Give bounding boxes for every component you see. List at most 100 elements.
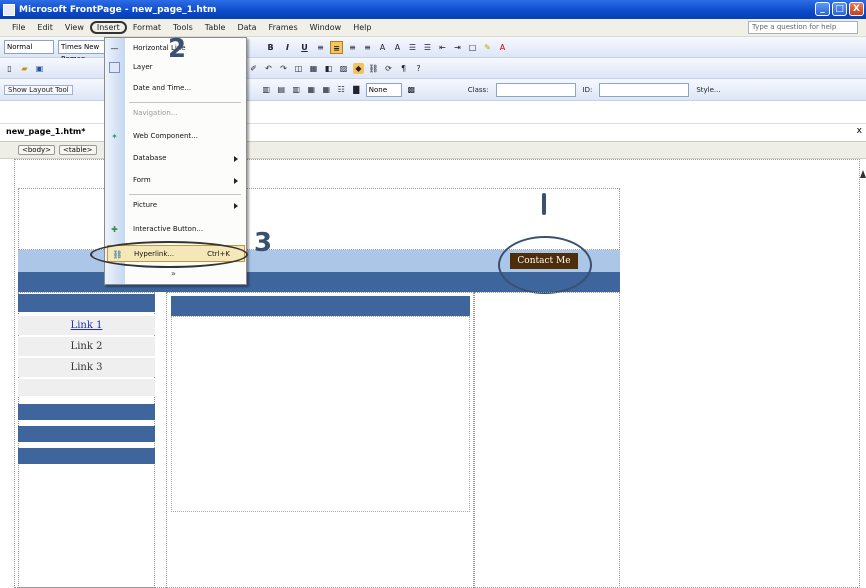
italic-button[interactable]: I <box>281 41 294 54</box>
undo-icon[interactable]: ↶ <box>263 63 274 74</box>
nav-header-bar <box>18 294 155 312</box>
class-label: Class: <box>467 85 489 94</box>
menu-tools[interactable]: Tools <box>167 22 199 33</box>
close-button[interactable]: X <box>849 2 864 16</box>
table-cell-icon[interactable]: ▥ <box>261 84 272 95</box>
id-label: ID: <box>582 85 593 94</box>
menu-format[interactable]: Format <box>127 22 167 33</box>
class-select[interactable] <box>495 82 576 97</box>
insert-layer-icon[interactable]: ◧ <box>323 63 334 74</box>
submenu-arrow-icon <box>234 156 238 162</box>
menu-window[interactable]: Window <box>304 22 348 33</box>
menu-edit[interactable]: Edit <box>31 22 59 33</box>
hyperlink-icon[interactable]: ⛓ <box>368 63 379 74</box>
web-component-icon[interactable]: ◫ <box>293 63 304 74</box>
table-tag[interactable]: <table> <box>59 145 97 155</box>
format-painter-icon[interactable]: ✐ <box>248 63 259 74</box>
increase-indent-icon[interactable]: ⇥ <box>452 42 463 53</box>
align-center-icon[interactable]: ≡ <box>330 40 343 54</box>
show-layout-tool-button[interactable]: Show Layout Tool <box>4 84 73 95</box>
menu-item-label: Picture <box>133 201 158 209</box>
numbered-list-icon[interactable]: ☰ <box>407 42 418 53</box>
menu-item-label: Date and Time... <box>133 84 192 92</box>
scroll-up-arrow-icon[interactable] <box>860 170 866 178</box>
menu-insert[interactable]: Insert <box>89 21 127 34</box>
layer-icon <box>109 62 120 73</box>
minimize-button[interactable]: _ <box>815 2 830 16</box>
menu-item-web-component[interactable]: ✦ Web Component... <box>105 128 246 145</box>
menu-item-date-time[interactable]: Date and Time... <box>105 80 246 97</box>
nav-bar-2 <box>18 426 155 442</box>
table-autoformat-icon[interactable]: ▩ <box>406 84 417 95</box>
maximize-button[interactable]: □ <box>832 2 847 16</box>
nav-link-1[interactable]: Link 1 <box>18 315 155 335</box>
menu-item-label: Database <box>133 154 167 162</box>
decrease-indent-icon[interactable]: ⇤ <box>437 42 448 53</box>
menu-item-label: Layer <box>133 63 153 71</box>
insert-table-icon[interactable]: ▦ <box>308 63 319 74</box>
menu-item-picture[interactable]: Picture <box>105 197 246 214</box>
save-icon[interactable]: ▣ <box>34 63 45 74</box>
autoformat-select[interactable]: None <box>365 82 402 97</box>
menu-item-database[interactable]: Database <box>105 150 246 167</box>
menu-table[interactable]: Table <box>199 22 232 33</box>
expand-menu-chevron-icon[interactable]: » <box>171 269 176 278</box>
font-select[interactable]: Times New Roman <box>58 40 106 63</box>
body-tag[interactable]: <body> <box>18 145 56 155</box>
menu-bar: File Edit View Insert Format Tools Table… <box>0 19 866 37</box>
open-folder-icon[interactable]: ▰ <box>19 63 30 74</box>
id-select[interactable] <box>599 82 690 97</box>
web-component-icon: ✦ <box>111 132 118 141</box>
style-button[interactable]: Style... <box>693 86 723 94</box>
right-column[interactable] <box>474 292 620 588</box>
font-grow-icon[interactable]: A <box>377 42 388 53</box>
drawing-icon[interactable]: ◆ <box>353 62 364 74</box>
document-tab[interactable]: new_page_1.htm* <box>6 127 85 136</box>
table-col-icon[interactable]: ▥ <box>291 84 302 95</box>
bold-button[interactable]: B <box>264 41 277 54</box>
menu-view[interactable]: View <box>59 22 90 33</box>
interactive-button-icon: ✚ <box>111 225 118 234</box>
style-select[interactable]: Normal <box>4 40 54 54</box>
menu-item-form[interactable]: Form <box>105 172 246 189</box>
distribute-icon[interactable]: ☷ <box>336 84 347 95</box>
menu-help[interactable]: Help <box>347 22 377 33</box>
font-color-icon[interactable]: A <box>497 42 508 53</box>
menu-item-interactive-button[interactable]: ✚ Interactive Button... <box>105 221 246 238</box>
table-row-icon[interactable]: ▤ <box>276 84 287 95</box>
align-right-icon[interactable]: ≡ <box>347 42 358 53</box>
justify-icon[interactable]: ≡ <box>362 42 373 53</box>
border-icon[interactable]: □ <box>467 42 478 53</box>
nav-empty-row <box>18 378 155 396</box>
fill-color-icon[interactable]: ▇ <box>351 84 362 95</box>
menu-item-navigation: Navigation... <box>105 105 246 122</box>
menu-file[interactable]: File <box>6 22 31 33</box>
submenu-arrow-icon <box>234 203 238 209</box>
font-shrink-icon[interactable]: A <box>392 42 403 53</box>
menu-frames[interactable]: Frames <box>263 22 304 33</box>
menu-data[interactable]: Data <box>231 22 262 33</box>
align-left-icon[interactable]: ≡ <box>315 42 326 53</box>
merge-cells-icon[interactable]: ▦ <box>306 84 317 95</box>
insert-picture-icon[interactable]: ▨ <box>338 63 349 74</box>
split-cells-icon[interactable]: ▦ <box>321 84 332 95</box>
ask-question-input[interactable]: Type a question for help <box>748 21 858 34</box>
show-all-icon[interactable]: ¶ <box>398 63 409 74</box>
menu-item-label: Navigation... <box>133 109 178 117</box>
frontpage-app-icon <box>3 3 15 16</box>
nav-link-3[interactable]: Link 3 <box>18 357 155 377</box>
refresh-icon[interactable]: ⟳ <box>383 63 394 74</box>
annotation-circle-hyperlink <box>90 241 248 268</box>
annotation-step-1: 1 <box>542 193 546 215</box>
new-page-icon[interactable]: ▯ <box>4 63 15 74</box>
highlight-color-icon[interactable]: ✎ <box>482 42 493 53</box>
close-document-icon[interactable]: x <box>857 126 862 136</box>
redo-icon[interactable]: ↷ <box>278 63 289 74</box>
menu-separator <box>129 102 241 103</box>
underline-button[interactable]: U <box>298 41 311 54</box>
annotation-step-2: 2 <box>168 34 187 64</box>
help-icon[interactable]: ? <box>413 63 424 74</box>
nav-link-2[interactable]: Link 2 <box>18 336 155 356</box>
center-content-cell[interactable] <box>171 316 470 512</box>
bullet-list-icon[interactable]: ☰ <box>422 42 433 53</box>
